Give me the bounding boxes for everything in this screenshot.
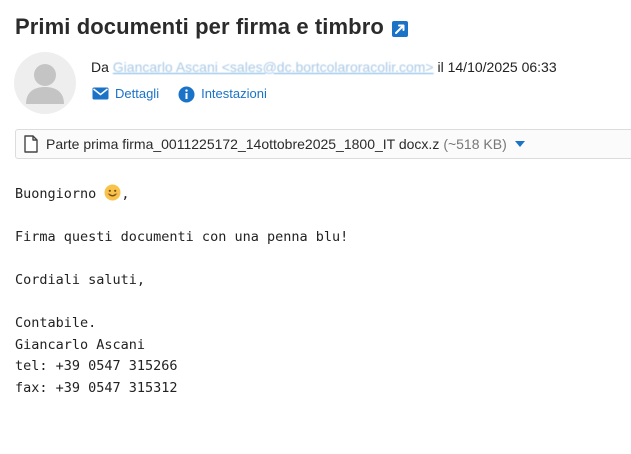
user-avatar-icon [14, 52, 76, 114]
attachment-size: (~518 KB) [443, 136, 507, 152]
smile-emoji-icon [104, 184, 121, 201]
greeting-line: Buongiorno , [15, 184, 348, 206]
attachment-item[interactable]: Parte prima firma_0011225172_14ottobre20… [15, 129, 631, 159]
signature-tel: tel: +39 0547 315266 [15, 358, 178, 374]
details-label: Dettagli [115, 86, 160, 101]
headers-label: Intestazioni [201, 86, 267, 101]
sender-address[interactable]: Giancarlo Ascani <sales@dc.bortcolarorac… [113, 59, 434, 75]
header-actions: Dettagli Intestazioni [92, 86, 267, 103]
from-prefix: Da [91, 59, 109, 75]
document-icon [24, 135, 38, 153]
details-link[interactable]: Dettagli [92, 86, 159, 101]
attachment-filename[interactable]: Parte prima firma_0011225172_14ottobre20… [46, 136, 439, 152]
closing-line: Cordiali saluti, [15, 272, 146, 288]
envelope-icon [92, 86, 109, 101]
signature-fax: fax: +39 0547 315312 [15, 379, 178, 396]
sent-date: il 14/10/2025 06:33 [437, 59, 557, 75]
headers-link[interactable]: Intestazioni [178, 86, 267, 103]
email-body: Buongiorno , Firma questi documenti con u… [15, 184, 348, 399]
greeting-text: Buongiorno [15, 186, 97, 202]
subject-row: Primi documenti per firma e timbro [15, 14, 408, 40]
signature-role: Contabile. [15, 315, 97, 331]
caret-down-icon[interactable] [514, 141, 525, 147]
external-link-icon[interactable] [391, 20, 408, 37]
body-line: Firma questi documenti con una penna blu… [15, 229, 349, 245]
from-line: Da Giancarlo Ascani <sales@dc.bortcolaro… [91, 59, 557, 75]
signature-name: Giancarlo Ascani [15, 336, 146, 353]
email-subject: Primi documenti per firma e timbro [15, 14, 384, 39]
greeting-comma: , [121, 186, 130, 202]
info-icon [178, 86, 195, 103]
